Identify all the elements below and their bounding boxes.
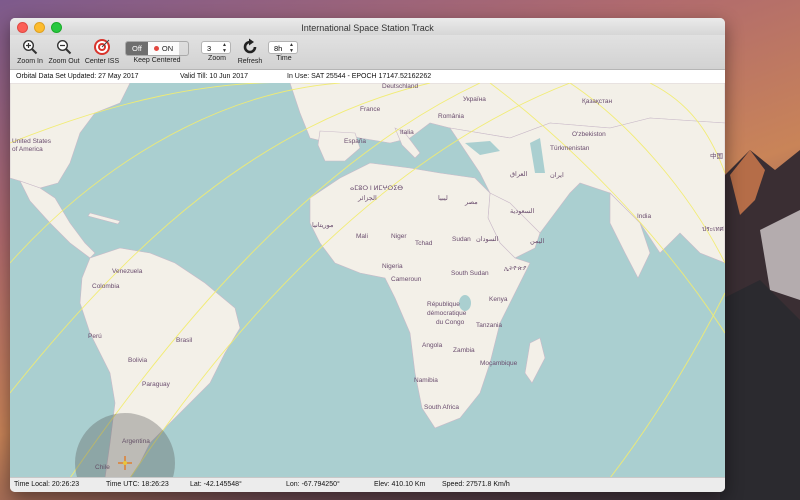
svg-text:Mali: Mali	[356, 233, 368, 240]
zoom-out-icon	[56, 39, 72, 55]
svg-text:ⴰⵎⵓⵔ ⵏ ⵍⵎⵖⵔⵉⴱ: ⴰⵎⵓⵔ ⵏ ⵍⵎⵖⵔⵉⴱ	[350, 185, 403, 192]
svg-text:Deutschland: Deutschland	[382, 83, 419, 90]
zoom-in-button[interactable]: Zoom In	[14, 37, 46, 65]
svg-text:Namibia: Namibia	[414, 377, 438, 384]
toolbar: Zoom In Zoom Out Center ISS Off ON Keep …	[10, 35, 725, 70]
svg-text:démocratique: démocratique	[427, 310, 467, 317]
svg-text:Moçambique: Moçambique	[480, 360, 518, 367]
svg-text:Venezuela: Venezuela	[112, 268, 143, 275]
zoom-value: 3	[207, 44, 212, 53]
svg-text:Niger: Niger	[391, 233, 407, 240]
speed: Speed: 27571.8 Km/h	[442, 481, 510, 488]
target-icon	[94, 39, 110, 55]
svg-text:Zambia: Zambia	[453, 347, 475, 354]
keep-centered-off[interactable]: Off	[126, 42, 148, 55]
svg-text:République: République	[427, 301, 460, 308]
svg-text:Brasil: Brasil	[176, 337, 193, 344]
svg-text:مصر: مصر	[464, 199, 478, 206]
svg-text:Cameroun: Cameroun	[391, 276, 422, 283]
status-bar: Time Local: 20:26:23 Time UTC: 18:26:23 …	[10, 477, 725, 492]
zoom-label: Zoom	[208, 55, 226, 62]
stepper-arrows-icon[interactable]: ▲ ▼	[222, 42, 227, 54]
world-map[interactable]: Deutschland Україна Қазақстан France Rom…	[10, 83, 725, 478]
svg-text:O'zbekiston: O'zbekiston	[572, 131, 606, 138]
svg-text:France: France	[360, 106, 381, 113]
keep-centered-label: Keep Centered	[133, 57, 181, 64]
time-local: Time Local: 20:26:23	[14, 481, 80, 488]
svg-text:ليبيا: ليبيا	[438, 194, 448, 202]
svg-text:السعودية: السعودية	[510, 207, 534, 215]
svg-text:العراق: العراق	[510, 170, 528, 178]
stepper-arrows-icon[interactable]: ▲ ▼	[289, 42, 294, 54]
main-window: International Space Station Track Zoom I…	[10, 18, 725, 492]
svg-text:România: România	[438, 113, 464, 120]
svg-text:Bolivia: Bolivia	[128, 357, 148, 364]
svg-text:España: España	[344, 138, 366, 145]
close-window-button[interactable]	[17, 22, 28, 33]
longitude: Lon: -67.794250°	[286, 481, 340, 488]
svg-text:South Sudan: South Sudan	[451, 270, 489, 277]
svg-text:Україна: Україна	[463, 96, 486, 103]
svg-text:اليمن: اليمن	[530, 237, 545, 245]
latitude: Lat: -42.145548°	[190, 481, 242, 488]
svg-text:Angola: Angola	[422, 342, 443, 349]
window-title: International Space Station Track	[301, 23, 434, 33]
svg-text:ประเทศ: ประเทศ	[702, 226, 725, 233]
refresh-icon	[243, 38, 257, 54]
zoom-in-label: Zoom In	[17, 58, 43, 65]
svg-text:موريتانيا: موريتانيا	[312, 221, 334, 229]
data-updated-text: Orbital Data Set Updated: 27 May 2017	[16, 73, 139, 80]
zoom-out-button[interactable]: Zoom Out	[47, 37, 81, 65]
keep-centered-toggle[interactable]: Off ON	[125, 41, 189, 56]
center-iss-label: Center ISS	[84, 58, 120, 65]
svg-text:Italia: Italia	[400, 129, 414, 136]
svg-text:India: India	[637, 213, 651, 220]
zoom-stepper[interactable]: 3 ▲ ▼	[201, 41, 231, 54]
svg-text:of America: of America	[12, 146, 43, 153]
svg-text:ایران: ایران	[550, 171, 564, 179]
refresh-label: Refresh	[237, 58, 263, 65]
svg-text:Kenya: Kenya	[489, 296, 508, 303]
in-use-text: In Use: SAT 25544 - EPOCH 17147.52162262	[287, 73, 432, 80]
title-bar: International Space Station Track	[10, 18, 725, 35]
elevation: Elev: 410.10 Km	[374, 481, 426, 488]
zoom-in-icon	[22, 39, 38, 55]
svg-text:Tchad: Tchad	[415, 240, 433, 247]
valid-till-text: Valid Till: 10 Jun 2017	[180, 73, 248, 80]
svg-text:Colombia: Colombia	[92, 283, 120, 290]
desktop-wallpaper-mountain	[720, 150, 800, 500]
time-control: 8h ▲ ▼ Time	[268, 37, 300, 62]
svg-text:Nigeria: Nigeria	[382, 263, 403, 270]
time-stepper[interactable]: 8h ▲ ▼	[268, 41, 298, 54]
minimize-window-button[interactable]	[34, 22, 45, 33]
svg-text:ኢትዮጵያ: ኢትዮጵያ	[504, 265, 526, 272]
record-dot-icon	[153, 46, 159, 51]
svg-text:South Africa: South Africa	[424, 404, 459, 411]
fullscreen-window-button[interactable]	[51, 22, 62, 33]
time-utc: Time UTC: 18:26:23	[106, 481, 169, 488]
zoom-out-label: Zoom Out	[48, 58, 80, 65]
svg-text:du Congo: du Congo	[436, 319, 465, 326]
svg-text:الجزائر: الجزائر	[357, 194, 377, 202]
svg-text:Sudan: Sudan	[452, 236, 471, 243]
zoom-control: 3 ▲ ▼ Zoom	[201, 37, 233, 62]
svg-text:السودان: السودان	[476, 235, 499, 243]
svg-text:United States: United States	[12, 138, 52, 145]
svg-text:Paraguay: Paraguay	[142, 381, 171, 388]
time-value: 8h	[274, 44, 283, 53]
refresh-button[interactable]: Refresh	[235, 37, 265, 65]
svg-text:Türkmenistan: Türkmenistan	[550, 145, 590, 152]
svg-text:Қазақстан: Қазақстан	[582, 98, 613, 105]
time-label: Time	[276, 55, 292, 62]
keep-centered-control: Off ON Keep Centered	[125, 37, 189, 64]
svg-text:Perú: Perú	[88, 333, 102, 340]
svg-text:Tanzania: Tanzania	[476, 322, 502, 329]
svg-text:中国: 中国	[710, 151, 723, 160]
orbital-info-bar: Orbital Data Set Updated: 27 May 2017 Va…	[10, 70, 725, 84]
center-iss-button[interactable]: Center ISS	[84, 37, 120, 65]
keep-centered-on[interactable]: ON	[147, 42, 180, 55]
map-canvas[interactable]: Deutschland Україна Қазақстан France Rom…	[10, 83, 725, 478]
